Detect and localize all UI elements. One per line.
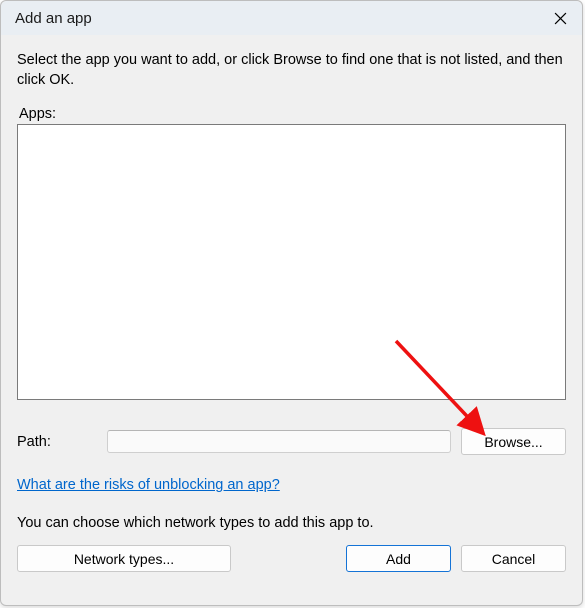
path-label: Path: [17, 434, 97, 450]
titlebar: Add an app [1, 1, 582, 35]
add-an-app-dialog: Add an app Select the app you want to ad… [0, 0, 583, 606]
network-types-text: You can choose which network types to ad… [17, 515, 566, 531]
risks-link-wrapper: What are the risks of unblocking an app? [17, 477, 566, 493]
dialog-body: Select the app you want to add, or click… [1, 35, 582, 605]
cancel-button[interactable]: Cancel [461, 545, 566, 572]
browse-button[interactable]: Browse... [461, 428, 566, 455]
network-types-button[interactable]: Network types... [17, 545, 231, 572]
add-button[interactable]: Add [346, 545, 451, 572]
dialog-title: Add an app [15, 10, 92, 27]
button-row: Network types... Add Cancel [17, 545, 566, 572]
apps-label: Apps: [19, 106, 566, 122]
apps-listbox[interactable] [17, 124, 566, 400]
path-input[interactable] [107, 430, 451, 453]
close-button[interactable] [538, 1, 582, 35]
instruction-text: Select the app you want to add, or click… [17, 51, 566, 90]
close-icon [554, 12, 567, 25]
path-row: Path: Browse... [17, 428, 566, 455]
risks-link[interactable]: What are the risks of unblocking an app? [17, 477, 280, 493]
